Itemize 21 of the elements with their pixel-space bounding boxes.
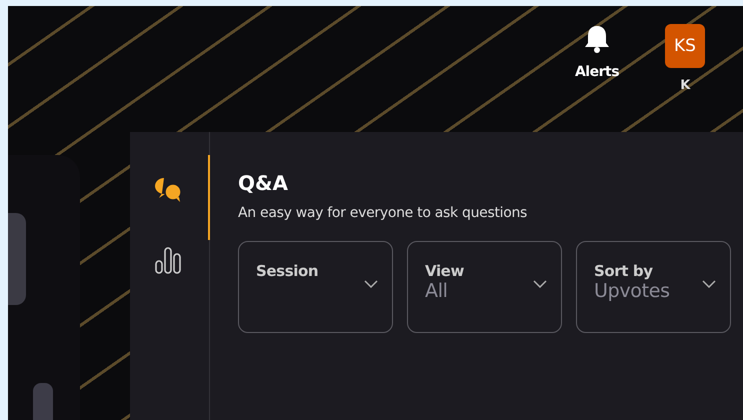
bar-chart-icon (154, 245, 184, 275)
dropdown-label: Sort by (594, 262, 654, 280)
bell-icon (584, 24, 610, 54)
account-button[interactable]: KS K (661, 24, 709, 93)
alerts-label: Alerts (574, 64, 620, 80)
avatar: KS (665, 24, 705, 68)
panel-subtitle: An easy way for everyone to ask questions (238, 205, 528, 221)
account-name: K (680, 78, 690, 93)
panel-title: Q&A (238, 170, 289, 197)
dropdown-value: Upvotes (594, 280, 670, 302)
dropdown-label: Session (256, 262, 318, 280)
dropdown-label: View (425, 262, 464, 280)
dropdown[interactable]: Session (238, 241, 393, 333)
alerts-button[interactable]: Alerts (573, 24, 621, 80)
dropdown[interactable]: Sort by Upvotes (576, 241, 731, 333)
dropdown-value: All (425, 280, 449, 302)
chevron-down-icon (702, 280, 716, 288)
chevron-down-icon (364, 280, 378, 288)
side-bar (33, 383, 53, 420)
chevron-down-icon (533, 280, 547, 288)
dropdown[interactable]: View All (407, 241, 562, 333)
